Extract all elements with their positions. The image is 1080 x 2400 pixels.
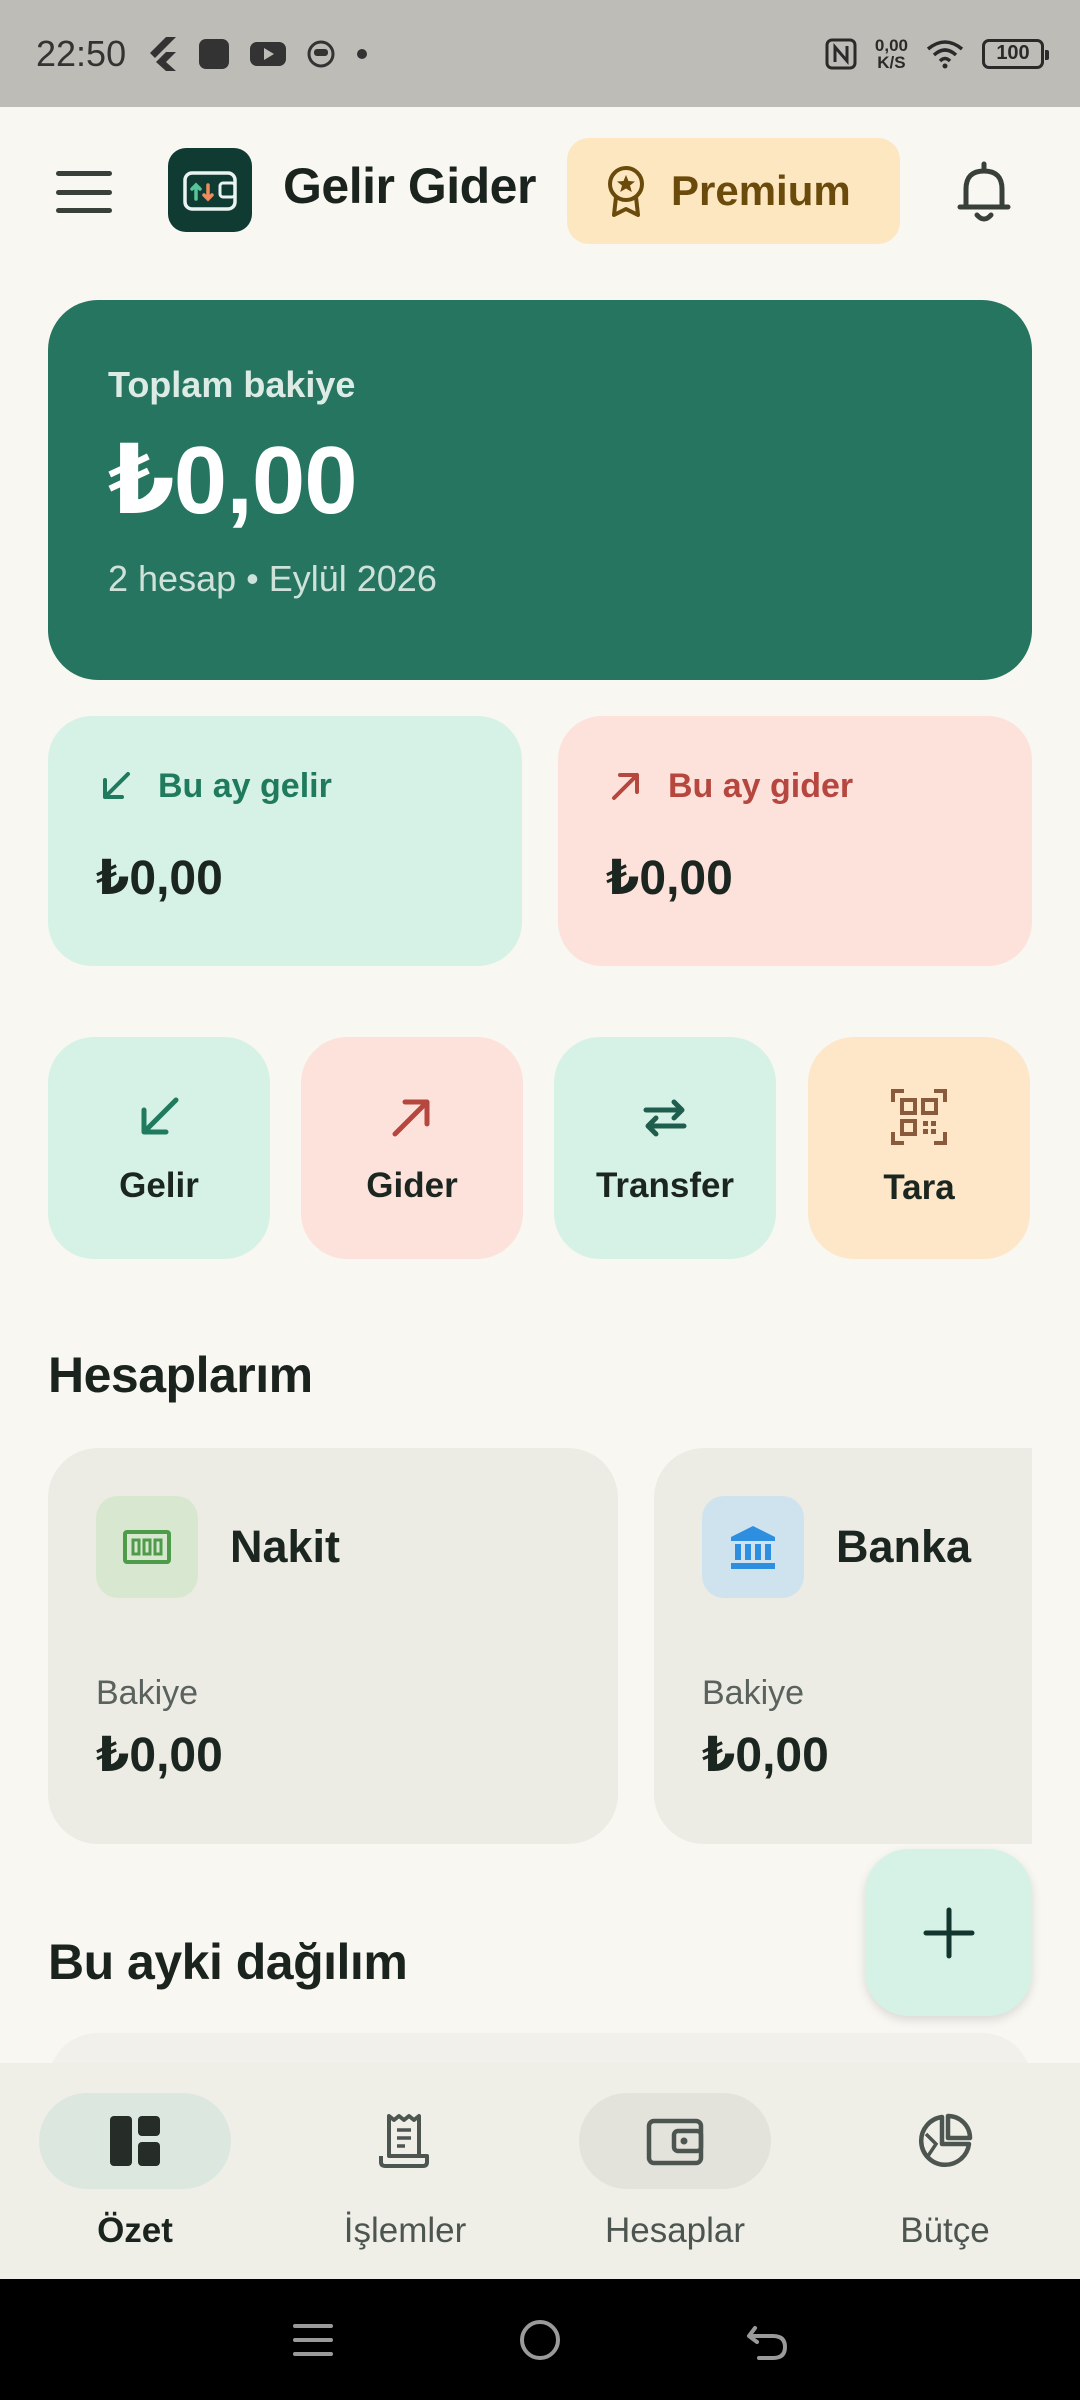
pie-chart-icon [918,2113,973,2168]
bank-icon-tile [702,1496,804,1598]
award-badge-icon [608,166,644,217]
recents-menu-icon[interactable] [291,2320,335,2360]
nav-accounts[interactable]: Hesaplar [540,2063,810,2279]
app-logo [168,148,252,232]
nav-budget-label: Bütçe [900,2211,990,2250]
cash-icon-tile [96,1496,198,1598]
add-income-label: Gelir [119,1166,199,1205]
transfer-label: Transfer [595,1166,735,1205]
add-income-button[interactable]: Gelir [48,1037,270,1259]
status-bar: 22:50 0,00 K/S 100 [0,0,1080,107]
swap-arrows-icon [643,1099,687,1137]
app-title: Gelir Gider [283,158,536,214]
home-circle-icon[interactable] [518,2318,562,2362]
monthly-expense-label: Bu ay gider [668,766,854,805]
menu-icon[interactable] [52,165,116,219]
total-balance-card[interactable]: Toplam bakiye ₺0,00 2 hesap • Eylül 2026 [48,300,1032,680]
wallet-logo-icon [183,171,237,211]
bottom-navigation: Özet İşlemler Hesaplar Bütçe [0,2063,1080,2279]
status-time: 22:50 [36,32,127,74]
cash-icon [123,1530,171,1564]
scan-label: Tara [883,1168,955,1207]
bell-icon[interactable] [952,159,1016,225]
youtube-icon [250,41,287,66]
receipt-icon [379,2114,429,2168]
accounts-section-title: Hesaplarım [48,1347,313,1403]
system-navigation-bar [0,2279,1080,2400]
dashboard-icon [110,2116,160,2166]
flutter-icon [150,36,177,71]
nav-accounts-label: Hesaplar [604,2211,746,2250]
network-speed: 0,00 K/S [875,37,908,71]
arrow-down-left-icon [141,1097,179,1135]
arrow-down-left-icon [103,772,130,799]
nav-summary-label: Özet [97,2211,173,2250]
monthly-expense-card[interactable]: Bu ay gider ₺0,00 [558,716,1032,966]
monthly-income-card[interactable]: Bu ay gelir ₺0,00 [48,716,522,966]
app-square-icon [199,38,230,69]
total-balance-amount: ₺0,00 [108,427,358,534]
plus-icon [923,1907,974,1958]
premium-label: Premium [671,167,851,214]
add-expense-label: Gider [366,1166,458,1205]
nav-transactions-label: İşlemler [343,2211,467,2250]
back-icon[interactable] [745,2318,789,2362]
qr-scan-icon [891,1089,947,1145]
arrow-up-right-icon [392,1099,430,1137]
nav-transactions[interactable]: İşlemler [270,2063,540,2279]
account-balance-label: Bakiye [96,1674,199,1712]
scan-button[interactable]: Tara [808,1037,1030,1259]
nav-summary[interactable]: Özet [0,2063,270,2279]
account-name: Banka [836,1521,972,1572]
account-balance-label: Bakiye [702,1674,805,1712]
bot-face-icon [307,40,335,67]
dot-icon [357,48,368,59]
wifi-icon [926,39,964,68]
speed-unit: K/S [877,52,906,72]
account-card-cash[interactable]: Nakit Bakiye ₺0,00 [48,1448,618,1844]
wallet-icon [646,2118,704,2166]
battery-indicator: 100 [982,38,1049,69]
nav-budget[interactable]: Bütçe [810,2063,1080,2279]
speed-value: 0,00 [874,35,908,55]
transfer-button[interactable]: Transfer [554,1037,776,1259]
monthly-expense-amount: ₺0,00 [606,852,733,905]
monthly-income-amount: ₺0,00 [96,852,223,905]
account-balance: ₺0,00 [702,1729,829,1782]
account-name: Nakit [230,1521,341,1572]
distribution-section-title: Bu ayki dağılım [48,1934,408,1990]
total-balance-label: Toplam bakiye [108,364,356,405]
balance-meta: 2 hesap • Eylül 2026 [108,558,437,599]
account-card-bank[interactable]: Banka Bakiye ₺0,00 [654,1448,1032,1844]
app-bar: Gelir Gider Premium [0,107,1080,277]
monthly-income-label: Bu ay gelir [158,766,332,805]
accounts-carousel[interactable]: Nakit Bakiye ₺0,00 Banka Bakiye ₺0,00 [0,1448,1032,1844]
bank-icon [731,1526,775,1569]
add-fab-button[interactable] [865,1849,1032,2016]
premium-button[interactable]: Premium [567,138,900,244]
account-balance: ₺0,00 [96,1729,223,1782]
arrow-up-right-icon [612,773,639,800]
nfc-icon [825,38,857,69]
add-expense-button[interactable]: Gider [301,1037,523,1259]
